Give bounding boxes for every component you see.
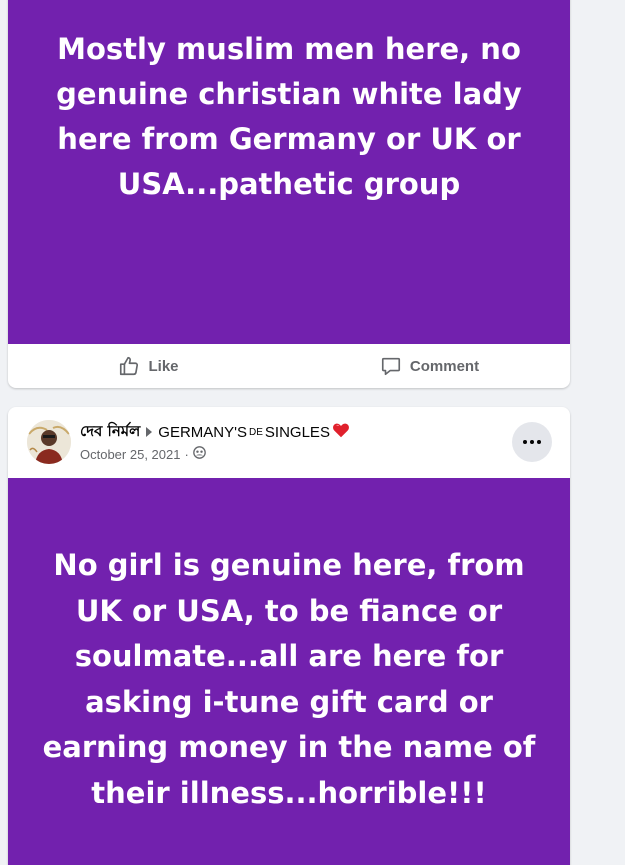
- like-button[interactable]: Like: [8, 344, 289, 388]
- group-name-part2: DE: [249, 426, 263, 438]
- group-members-icon[interactable]: [192, 446, 206, 462]
- comment-bubble-icon: [380, 355, 402, 377]
- caret-right-icon: [146, 427, 153, 437]
- heart-icon: [332, 422, 350, 442]
- post-2-text-background: No girl is genuine here, from UK or USA,…: [8, 478, 570, 865]
- post-2-text: No girl is genuine here, from UK or USA,…: [42, 548, 536, 810]
- post-1-action-bar: Like Comment: [8, 344, 570, 388]
- post-card-1: Mostly muslim men here, no genuine chris…: [8, 0, 570, 388]
- news-feed: Mostly muslim men here, no genuine chris…: [0, 0, 625, 865]
- author-avatar[interactable]: [27, 420, 71, 464]
- author-line: দেব নির্মল GERMANY'S DE SINGLES: [80, 422, 350, 442]
- comment-button[interactable]: Comment: [289, 344, 570, 388]
- post-1-text-background: Mostly muslim men here, no genuine chris…: [8, 0, 570, 344]
- post-date[interactable]: October 25, 2021: [80, 447, 180, 462]
- like-label: Like: [148, 357, 179, 375]
- comment-label: Comment: [409, 357, 480, 375]
- post-meta: October 25, 2021 ·: [80, 446, 206, 462]
- more-options-button[interactable]: [512, 422, 552, 462]
- post-card-2: দেব নির্মল GERMANY'S DE SINGLES October …: [8, 407, 570, 865]
- post-2-header: দেব নির্মল GERMANY'S DE SINGLES October …: [8, 407, 570, 478]
- post-1-text: Mostly muslim men here, no genuine chris…: [56, 32, 522, 201]
- meta-separator: ·: [184, 446, 189, 462]
- more-dots-icon: [523, 440, 541, 444]
- group-name-part1: GERMANY'S: [158, 423, 248, 441]
- group-link[interactable]: GERMANY'S DE SINGLES: [158, 422, 350, 442]
- thumbs-up-icon: [118, 355, 140, 377]
- group-name-part3: SINGLES: [264, 423, 330, 441]
- author-name[interactable]: দেব নির্মল: [80, 420, 140, 445]
